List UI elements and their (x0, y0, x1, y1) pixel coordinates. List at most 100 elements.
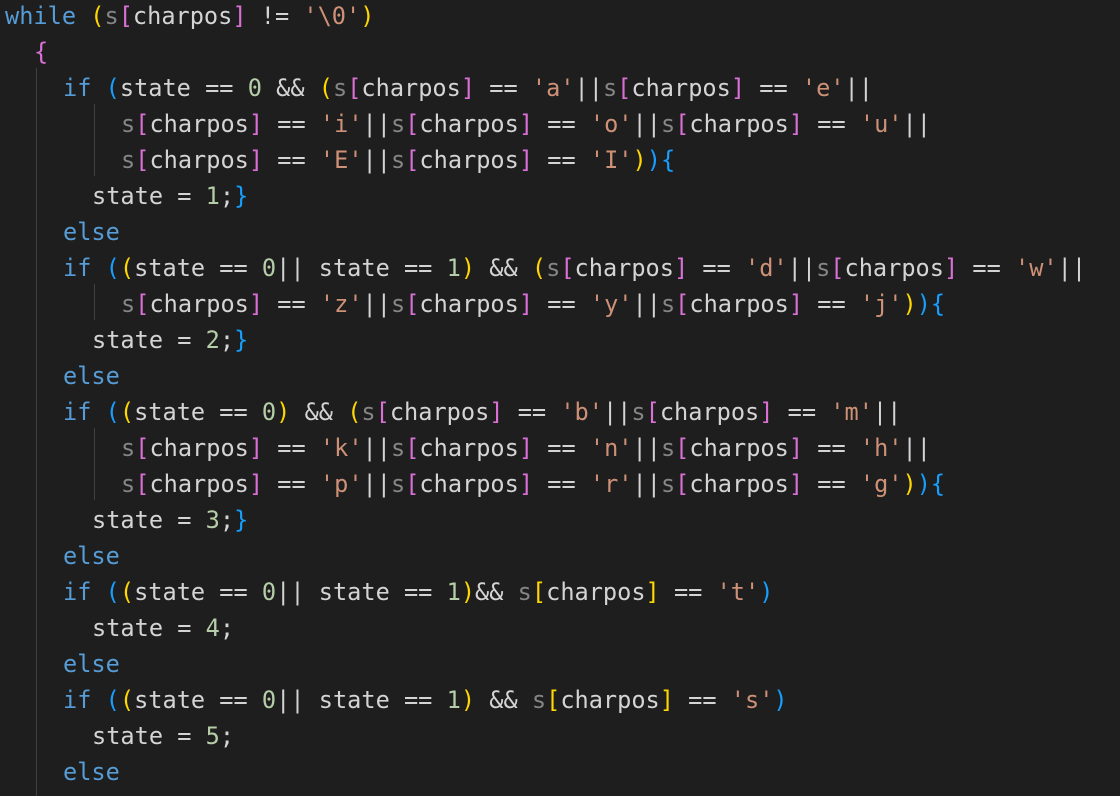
code-token: ; (219, 506, 235, 534)
code-token: 'j' (859, 290, 903, 318)
code-line[interactable]: state = 2;} (92, 322, 248, 358)
code-line[interactable]: if ((state == 0) && (s[charpos] == 'b'||… (63, 394, 901, 430)
code-token: ) (916, 470, 931, 498)
code-token: [ (531, 578, 547, 606)
code-editor[interactable]: while (s[charpos] != '\0'){if (state == … (0, 0, 1120, 796)
code-line[interactable]: if ((state == 0|| state == 1) && (s[char… (63, 250, 1086, 286)
code-token: [ (135, 434, 150, 462)
code-line[interactable]: state = 1;} (92, 178, 248, 214)
code-token: 0 (247, 74, 262, 102)
code-line[interactable]: s[charpos] == 'p'||s[charpos] == 'r'||s[… (121, 466, 945, 502)
code-token: 'k' (319, 434, 363, 462)
code-token: && (290, 398, 348, 426)
code-token: && (475, 254, 532, 282)
code-token: s (546, 254, 561, 282)
code-line[interactable]: if ((state == 0|| state == 1)&& s[charpo… (63, 574, 773, 610)
code-token: charpos (419, 110, 519, 138)
code-token: [ (405, 434, 420, 462)
code-token: ] (943, 254, 959, 282)
code-token: state = (92, 182, 206, 210)
code-token: ] (248, 290, 264, 318)
code-token: else (63, 758, 120, 786)
code-token: state == (134, 686, 262, 714)
code-token: == (803, 470, 860, 498)
code-line[interactable]: if (state == 0 && (s[charpos] == 'a'||s[… (63, 70, 873, 106)
code-token: 1 (205, 182, 220, 210)
code-token: ( (105, 254, 120, 282)
code-token: ] (788, 290, 804, 318)
code-token: 'w' (1014, 254, 1058, 282)
code-token: ) (916, 290, 931, 318)
code-token: 'p' (319, 470, 363, 498)
code-line[interactable]: while (s[charpos] != '\0') (5, 0, 374, 34)
code-token: { (660, 146, 676, 174)
code-token: 'h' (859, 434, 903, 462)
code-line[interactable]: else (63, 646, 120, 682)
code-token: charpos (659, 398, 760, 426)
code-token: 'b' (560, 398, 603, 426)
code-line[interactable]: else (63, 538, 120, 574)
code-token: s (631, 398, 646, 426)
code-token: state = (92, 722, 206, 750)
code-token: ; (219, 722, 235, 750)
code-token: == (533, 110, 590, 138)
code-token: ] (518, 146, 534, 174)
code-token: 'I' (589, 146, 633, 174)
code-line[interactable]: state = 5; (92, 718, 234, 754)
code-line[interactable]: s[charpos] == 'z'||s[charpos] == 'y'||s[… (121, 286, 945, 322)
code-token: && (475, 686, 532, 714)
code-token: || (362, 110, 391, 138)
code-token: || (1057, 254, 1087, 282)
code-token: s (660, 470, 676, 498)
code-line[interactable]: s[charpos] == 'i'||s[charpos] == 'o'||s[… (121, 106, 931, 142)
code-token: ( (347, 398, 362, 426)
code-token: 'a' (531, 74, 575, 102)
code-token: charpos (631, 74, 731, 102)
code-token: ) (902, 470, 917, 498)
code-token: s (332, 74, 348, 102)
code-token: ( (119, 254, 135, 282)
code-line[interactable]: s[charpos] == 'k'||s[charpos] == 'n'||s[… (121, 430, 931, 466)
code-token: [ (830, 254, 845, 282)
code-token: 4 (205, 614, 220, 642)
code-token: [ (645, 398, 660, 426)
code-token: charpos (419, 290, 519, 318)
code-token: } (234, 326, 249, 354)
code-line[interactable]: else (63, 358, 120, 394)
code-token: if (63, 686, 92, 714)
code-token: || (844, 74, 873, 102)
code-token: '\0' (303, 2, 361, 30)
indent-guide (94, 284, 95, 320)
code-token: else (63, 362, 120, 390)
code-token: == (263, 470, 320, 498)
code-token: 't' (716, 578, 760, 606)
code-token: == (673, 686, 731, 714)
code-token: ; (219, 614, 235, 642)
code-token: 'r' (589, 470, 633, 498)
code-line[interactable]: { (34, 34, 48, 70)
code-token: 0 (261, 686, 277, 714)
code-line[interactable]: state = 3;} (92, 502, 248, 538)
code-line[interactable]: s[charpos] == 'E'||s[charpos] == 'I')){ (121, 142, 675, 178)
code-token: } (234, 182, 249, 210)
code-token: == (803, 290, 860, 318)
code-token: ) (360, 2, 375, 30)
code-token: { (34, 38, 49, 66)
code-token: ] (518, 470, 534, 498)
code-token: ( (318, 74, 333, 102)
code-line[interactable]: else (63, 754, 120, 790)
code-token: s (660, 290, 676, 318)
code-token: charpos (132, 2, 233, 30)
code-line[interactable]: else (63, 214, 120, 250)
code-token: ( (119, 686, 135, 714)
code-token: == (533, 434, 590, 462)
code-token: || (632, 110, 661, 138)
code-line[interactable]: if ((state == 0|| state == 1) && s[charp… (63, 682, 788, 718)
code-token: 'n' (589, 434, 633, 462)
code-line[interactable]: state = 4; (92, 610, 234, 646)
code-token: == (533, 290, 590, 318)
code-token: ] (788, 470, 804, 498)
code-token: charpos (689, 434, 789, 462)
